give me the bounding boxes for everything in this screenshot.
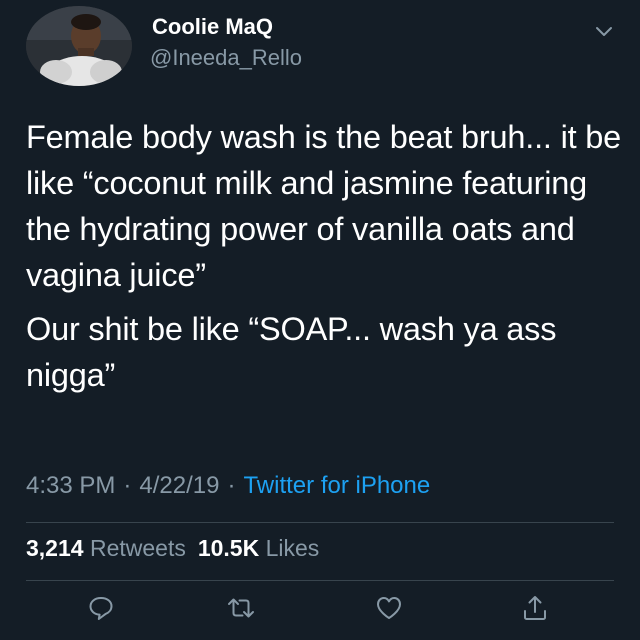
retweets-stat[interactable]: 3,214 Retweets	[26, 535, 186, 561]
user-handle[interactable]: @Ineeda_Rello	[150, 45, 302, 71]
tweet-date: 4/22/19	[139, 472, 220, 499]
meta-separator: ·	[123, 472, 132, 499]
tweet-card: Coolie MaQ @Ineeda_Rello Female body was…	[0, 0, 640, 640]
heart-icon[interactable]	[374, 593, 404, 623]
tweet-paragraph: Female body wash is the beat bruh... it …	[26, 119, 621, 293]
tweet-paragraph: Our shit be like “SOAP... wash ya ass ni…	[26, 311, 557, 393]
tweet-time: 4:33 PM	[26, 472, 116, 499]
tweet-meta: 4:33 PM · 4/22/19 · Twitter for iPhone	[26, 472, 430, 500]
retweets-count: 3,214	[26, 535, 84, 561]
display-name[interactable]: Coolie MaQ	[152, 14, 273, 40]
tweet-source-link[interactable]: Twitter for iPhone	[243, 472, 430, 499]
reply-icon[interactable]	[86, 593, 116, 623]
likes-count: 10.5K	[197, 535, 260, 561]
tweet-stats: 3,214 Retweets 10.5K Likes	[26, 535, 319, 562]
likes-label: Likes	[265, 535, 320, 561]
chevron-down-icon[interactable]	[594, 24, 614, 38]
retweets-label: Retweets	[89, 535, 186, 561]
tweet-text: Female body wash is the beat bruh... it …	[26, 114, 622, 398]
divider	[26, 522, 614, 523]
meta-separator: ·	[227, 472, 236, 499]
retweet-icon[interactable]	[226, 593, 256, 623]
share-icon[interactable]	[520, 593, 550, 623]
divider	[26, 580, 614, 581]
avatar[interactable]	[26, 6, 132, 86]
likes-stat[interactable]: 10.5K Likes	[198, 535, 319, 561]
